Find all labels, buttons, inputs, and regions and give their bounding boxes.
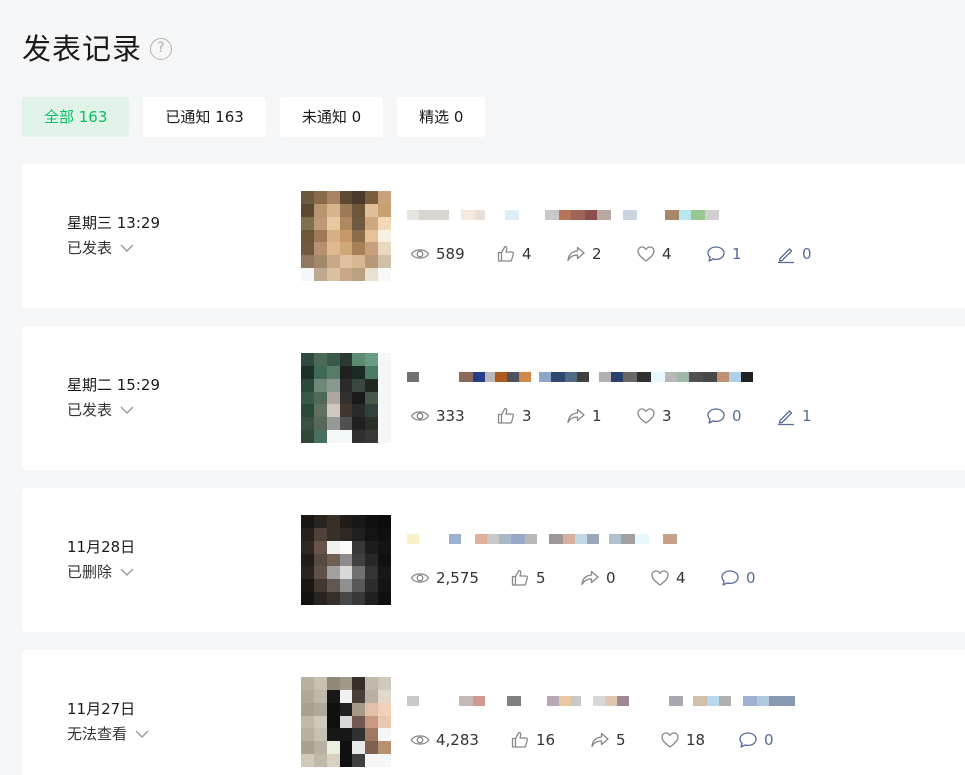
edits-stat[interactable]: 1 bbox=[776, 406, 836, 426]
pen-icon bbox=[778, 248, 794, 264]
post-card: 11月28日 已删除 2,575 5 0 4 0 bbox=[22, 488, 965, 632]
likes-stat: 4 bbox=[496, 244, 566, 264]
post-status: 已发表 bbox=[67, 401, 113, 419]
post-date: 11月27日 bbox=[67, 700, 136, 718]
chevron-down-icon bbox=[135, 730, 149, 738]
favorites-stat: 3 bbox=[636, 406, 706, 426]
share-icon bbox=[567, 246, 585, 262]
comments-stat[interactable]: 1 bbox=[706, 244, 776, 264]
post-title-blurred[interactable] bbox=[407, 694, 877, 708]
views-stat: 4,283 bbox=[410, 730, 510, 750]
post-date: 11月28日 bbox=[67, 538, 136, 556]
post-thumbnail[interactable] bbox=[301, 515, 391, 605]
share-icon bbox=[567, 408, 585, 424]
views-stat: 333 bbox=[410, 406, 496, 426]
post-status: 已删除 bbox=[67, 563, 113, 581]
likes-stat: 5 bbox=[510, 568, 580, 588]
post-date: 星期三 13:29 bbox=[67, 214, 160, 232]
comments-stat[interactable]: 0 bbox=[720, 568, 790, 588]
post-card: 星期三 13:29 已发表 589 4 2 4 1 0 bbox=[22, 164, 965, 308]
comments-stat[interactable]: 0 bbox=[706, 406, 776, 426]
share-icon bbox=[581, 570, 599, 586]
likes-stat: 3 bbox=[496, 406, 566, 426]
status-dropdown[interactable]: 无法查看 bbox=[67, 723, 149, 745]
post-stats: 589 4 2 4 1 0 bbox=[410, 244, 836, 264]
filter-tabs: 全部 163 已通知 163 未通知 0 精选 0 bbox=[22, 97, 486, 137]
post-card: 11月27日 无法查看 4,283 16 5 18 0 bbox=[22, 650, 965, 775]
status-dropdown[interactable]: 已发表 bbox=[67, 399, 160, 421]
eye-icon bbox=[410, 411, 430, 421]
heart-icon bbox=[661, 732, 679, 748]
post-date: 星期二 15:29 bbox=[67, 376, 160, 394]
chevron-down-icon bbox=[120, 568, 134, 576]
likes-stat: 16 bbox=[510, 730, 590, 750]
page-header: 发表记录 ? bbox=[22, 26, 173, 68]
eye-icon bbox=[410, 249, 430, 259]
post-title-blurred[interactable] bbox=[407, 532, 877, 546]
post-status: 无法查看 bbox=[67, 725, 128, 743]
post-title-blurred[interactable] bbox=[407, 208, 877, 222]
status-dropdown[interactable]: 已发表 bbox=[67, 237, 160, 259]
heart-icon bbox=[637, 408, 655, 424]
tab-not-notified[interactable]: 未通知 0 bbox=[279, 97, 384, 137]
comment-icon bbox=[707, 246, 725, 262]
post-meta: 星期三 13:29 已发表 bbox=[67, 212, 160, 259]
post-meta: 11月27日 无法查看 bbox=[67, 698, 149, 745]
eye-icon bbox=[410, 735, 430, 745]
thumbs-up-icon bbox=[497, 245, 515, 262]
shares-stat: 1 bbox=[566, 406, 636, 426]
shares-stat: 2 bbox=[566, 244, 636, 264]
post-thumbnail[interactable] bbox=[301, 353, 391, 443]
views-stat: 2,575 bbox=[410, 568, 510, 588]
comment-icon bbox=[721, 570, 739, 586]
eye-icon bbox=[410, 573, 430, 583]
favorites-stat: 4 bbox=[650, 568, 720, 588]
edits-stat[interactable]: 0 bbox=[776, 244, 836, 264]
pen-icon bbox=[778, 410, 794, 426]
post-status: 已发表 bbox=[67, 239, 113, 257]
share-icon bbox=[591, 732, 609, 748]
post-meta: 星期二 15:29 已发表 bbox=[67, 374, 160, 421]
shares-stat: 5 bbox=[590, 730, 660, 750]
post-thumbnail[interactable] bbox=[301, 677, 391, 767]
chevron-down-icon bbox=[120, 244, 134, 252]
shares-stat: 0 bbox=[580, 568, 650, 588]
comment-icon bbox=[707, 408, 725, 424]
page-title: 发表记录 bbox=[22, 32, 143, 66]
post-card: 星期二 15:29 已发表 333 3 1 3 0 1 bbox=[22, 326, 965, 470]
thumbs-up-icon bbox=[511, 569, 529, 586]
post-title-blurred[interactable] bbox=[407, 370, 877, 384]
comments-stat[interactable]: 0 bbox=[738, 730, 808, 750]
heart-icon bbox=[637, 246, 655, 262]
thumbs-up-icon bbox=[497, 407, 515, 424]
post-stats: 2,575 5 0 4 0 bbox=[410, 568, 790, 588]
post-thumbnail[interactable] bbox=[301, 191, 391, 281]
favorites-stat: 18 bbox=[660, 730, 738, 750]
question-circle-icon[interactable]: ? bbox=[150, 38, 173, 60]
status-dropdown[interactable]: 已删除 bbox=[67, 561, 135, 583]
post-stats: 333 3 1 3 0 1 bbox=[410, 406, 836, 426]
tab-featured[interactable]: 精选 0 bbox=[397, 97, 486, 137]
thumbs-up-icon bbox=[511, 731, 529, 748]
comment-icon bbox=[739, 732, 757, 748]
tab-all[interactable]: 全部 163 bbox=[22, 97, 130, 137]
chevron-down-icon bbox=[120, 406, 134, 414]
tab-notified[interactable]: 已通知 163 bbox=[143, 97, 266, 137]
post-stats: 4,283 16 5 18 0 bbox=[410, 730, 808, 750]
favorites-stat: 4 bbox=[636, 244, 706, 264]
post-meta: 11月28日 已删除 bbox=[67, 536, 135, 583]
views-stat: 589 bbox=[410, 244, 496, 264]
heart-icon bbox=[651, 570, 669, 586]
